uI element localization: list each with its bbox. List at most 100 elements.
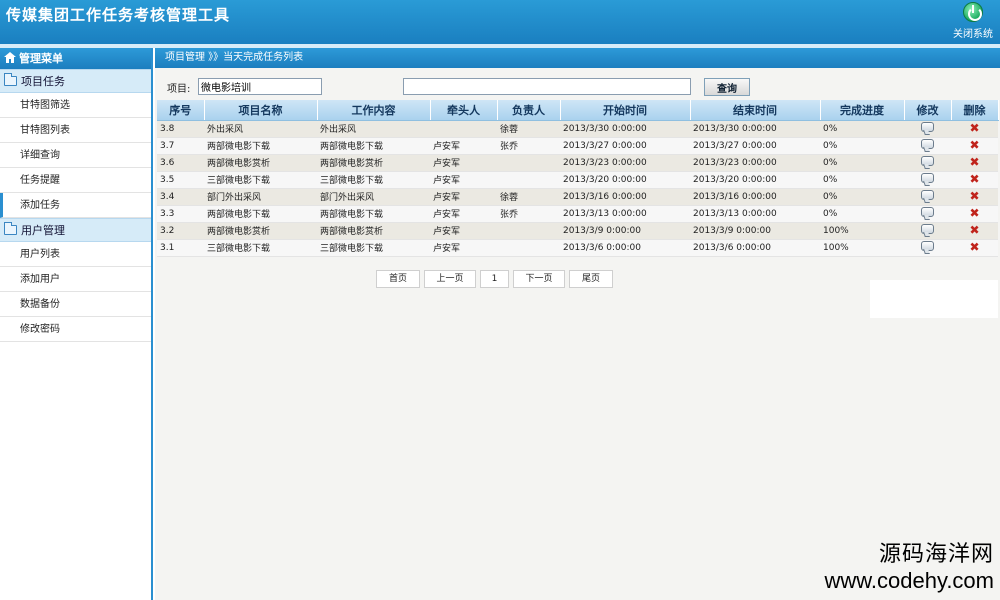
row-id-cell: 3.2 [157, 222, 204, 240]
folder-icon [4, 73, 17, 86]
project-name-cell: 三部微电影下载 [204, 171, 317, 189]
sidebar-header: 管理菜单 [0, 48, 151, 69]
end-time-cell: 2013/3/6 0:00:00 [690, 239, 820, 257]
redacted-area [870, 280, 998, 318]
progress-cell: 0% [820, 154, 904, 172]
row-id-cell: 3.5 [157, 171, 204, 189]
lead-person-cell [430, 120, 497, 138]
sidebar-item-detail-query[interactable]: 详细查询 [0, 143, 151, 168]
sidebar-group-user-management[interactable]: 用户管理 [0, 218, 151, 242]
start-time-cell: 2013/3/16 0:00:00 [560, 188, 690, 206]
edit-icon[interactable] [921, 241, 934, 251]
work-content-cell: 两部微电影赏析 [317, 154, 430, 172]
end-time-cell: 2013/3/13 0:00:00 [690, 205, 820, 223]
table-row: 3.4 部门外出采风 部门外出采风 卢安军 徐蓉 2013/3/16 0:00:00 201… [157, 188, 998, 206]
app-title: 传媒集团工作任务考核管理工具 [6, 6, 231, 24]
last-page-button[interactable]: 尾页 [569, 270, 613, 288]
sidebar-group-project-tasks[interactable]: 项目任务 [0, 69, 151, 93]
start-time-cell: 2013/3/9 0:00:00 [560, 222, 690, 240]
keyword-input[interactable] [403, 78, 691, 95]
sidebar-item-add-user[interactable]: 添加用户 [0, 267, 151, 292]
edit-icon[interactable] [921, 207, 934, 217]
edit-icon[interactable] [921, 224, 934, 234]
sidebar-item-gantt-list[interactable]: 甘特图列表 [0, 118, 151, 143]
delete-cell: ✖ [951, 222, 998, 240]
delete-icon[interactable]: ✖ [969, 240, 979, 254]
delete-cell: ✖ [951, 205, 998, 223]
sidebar-item-task-reminder[interactable]: 任务提醒 [0, 168, 151, 193]
watermark-url: www.codehy.com [824, 568, 994, 593]
delete-cell: ✖ [951, 171, 998, 189]
edit-icon[interactable] [921, 122, 934, 132]
edit-cell [904, 154, 951, 172]
edit-icon[interactable] [921, 156, 934, 166]
table-row: 3.2 两部微电影赏析 两部微电影赏析 卢安军 2013/3/9 0:00:00 2013… [157, 222, 998, 240]
delete-cell: ✖ [951, 137, 998, 155]
delete-icon[interactable]: ✖ [969, 206, 979, 220]
sidebar-item-gantt-filter[interactable]: 甘特图筛选 [0, 93, 151, 118]
start-time-cell: 2013/3/13 0:00:00 [560, 205, 690, 223]
project-name-cell: 部门外出采风 [204, 188, 317, 206]
close-system-label: 关闭系统 [953, 29, 993, 40]
sidebar-item-add-task[interactable]: 添加任务 [0, 193, 151, 218]
end-time-cell: 2013/3/16 0:00:00 [690, 188, 820, 206]
edit-icon[interactable] [921, 190, 934, 200]
sidebar-group-label: 项目任务 [21, 75, 65, 88]
edit-icon[interactable] [921, 173, 934, 183]
start-time-cell: 2013/3/30 0:00:00 [560, 120, 690, 138]
delete-icon[interactable]: ✖ [969, 172, 979, 186]
column-header: 删除 [951, 100, 999, 121]
edit-cell [904, 205, 951, 223]
delete-cell: ✖ [951, 154, 998, 172]
sidebar-group-label: 用户管理 [21, 224, 65, 237]
project-input[interactable] [198, 78, 322, 95]
sidebar-item-data-backup[interactable]: 数据备份 [0, 292, 151, 317]
progress-cell: 100% [820, 239, 904, 257]
project-name-cell: 两部微电影赏析 [204, 154, 317, 172]
owner-cell: 张乔 [497, 205, 560, 223]
first-page-button[interactable]: 首页 [376, 270, 420, 288]
home-icon [4, 52, 16, 63]
owner-cell [497, 239, 560, 257]
start-time-cell: 2013/3/20 0:00:00 [560, 171, 690, 189]
close-system-button[interactable]: 关闭系统 [950, 2, 996, 42]
delete-icon[interactable]: ✖ [969, 138, 979, 152]
watermark: 源码海洋网 www.codehy.com [824, 536, 994, 594]
column-header: 序号 [157, 100, 205, 121]
column-header: 完成进度 [820, 100, 905, 121]
query-button[interactable]: 查询 [704, 78, 750, 96]
current-page[interactable]: 1 [480, 270, 509, 288]
lead-person-cell: 卢安军 [430, 239, 497, 257]
sidebar-item-change-password[interactable]: 修改密码 [0, 317, 151, 342]
work-content-cell: 部门外出采风 [317, 188, 430, 206]
work-content-cell: 两部微电影赏析 [317, 222, 430, 240]
next-page-button[interactable]: 下一页 [513, 270, 565, 288]
end-time-cell: 2013/3/27 0:00:00 [690, 137, 820, 155]
edit-icon[interactable] [921, 139, 934, 149]
column-header: 开始时间 [560, 100, 691, 121]
project-name-cell: 外出采风 [204, 120, 317, 138]
sidebar: 管理菜单 项目任务 甘特图筛选 甘特图列表 详细查询 任务提醒 添加任务 用户管… [0, 48, 153, 600]
progress-cell: 0% [820, 120, 904, 138]
sidebar-item-user-list[interactable]: 用户列表 [0, 242, 151, 267]
start-time-cell: 2013/3/23 0:00:00 [560, 154, 690, 172]
column-header: 修改 [904, 100, 952, 121]
lead-person-cell: 卢安军 [430, 137, 497, 155]
delete-icon[interactable]: ✖ [969, 189, 979, 203]
prev-page-button[interactable]: 上一页 [424, 270, 476, 288]
table-row: 3.3 两部微电影下载 两部微电影下载 卢安军 张乔 2013/3/13 0:00:00 2… [157, 205, 998, 223]
delete-icon[interactable]: ✖ [969, 155, 979, 169]
lead-person-cell: 卢安军 [430, 171, 497, 189]
start-time-cell: 2013/3/6 0:00:00 [560, 239, 690, 257]
start-time-cell: 2013/3/27 0:00:00 [560, 137, 690, 155]
table-row: 3.5 三部微电影下载 三部微电影下载 卢安军 2013/3/20 0:00:00 201… [157, 171, 998, 189]
delete-cell: ✖ [951, 188, 998, 206]
watermark-name: 源码海洋网 [878, 542, 994, 567]
column-header: 负责人 [497, 100, 561, 121]
delete-icon[interactable]: ✖ [969, 223, 979, 237]
delete-icon[interactable]: ✖ [969, 121, 979, 135]
owner-cell [497, 154, 560, 172]
main-panel: 项目管理 》》当天完成任务列表 项目: 查询 序号 项目名称 工作内容 牵头人 … [155, 48, 1000, 600]
lead-person-cell: 卢安军 [430, 188, 497, 206]
edit-cell [904, 137, 951, 155]
